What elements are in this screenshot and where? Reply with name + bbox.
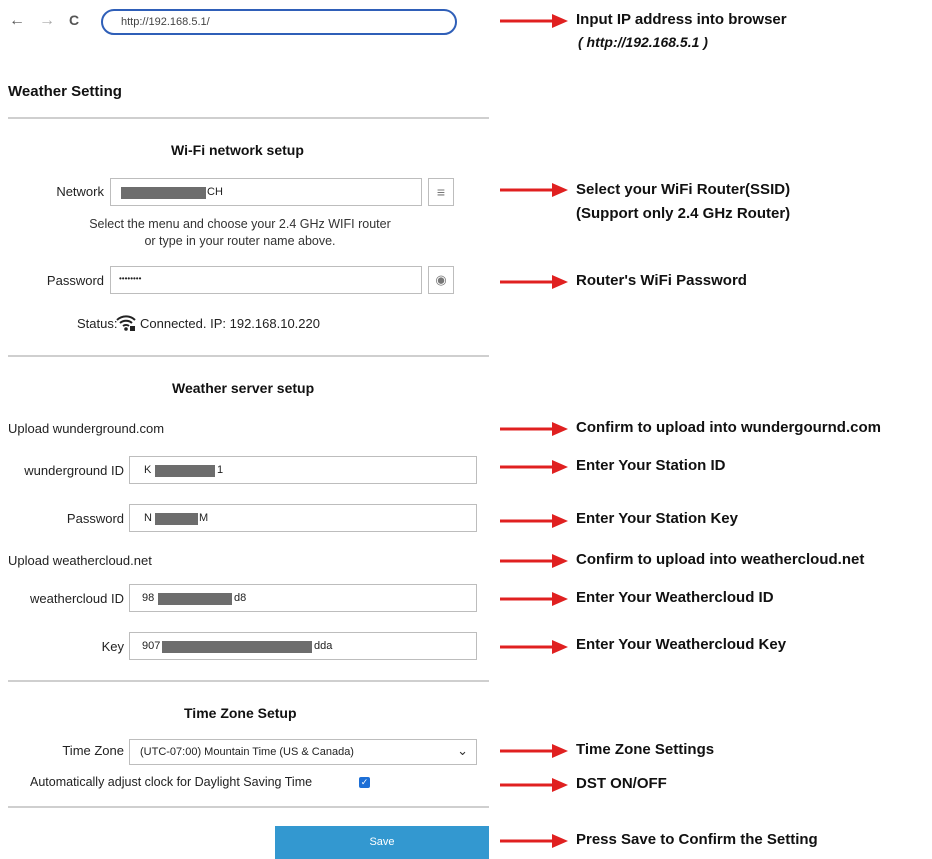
wc-confirm-annotation: Confirm to upload into weathercloud.net [576, 551, 865, 568]
back-icon[interactable]: ← [9, 12, 25, 30]
divider [8, 355, 489, 357]
password-input[interactable]: •••••••• [110, 266, 422, 294]
station-key-annotation: Enter Your Station Key [576, 510, 738, 527]
chevron-down-icon: ⌄ [457, 743, 468, 758]
timezone-label: Time Zone [62, 743, 124, 758]
station-id-annotation: Enter Your Station ID [576, 457, 726, 474]
save-annotation: Press Save to Confirm the Setting [576, 831, 818, 848]
arrow-icon [500, 778, 568, 792]
arrow-icon [500, 183, 568, 197]
timezone-section-title: Time Zone Setup [184, 705, 297, 721]
wc-key-input[interactable]: 907 dda [129, 632, 477, 660]
redacted-block [155, 513, 198, 525]
reload-icon[interactable]: C [69, 12, 79, 28]
timezone-select[interactable]: (UTC-07:00) Mountain Time (US & Canada) … [129, 739, 477, 765]
wc-id-annotation: Enter Your Weathercloud ID [576, 589, 774, 606]
status-text: Connected. IP: 192.168.10.220 [140, 316, 320, 331]
arrow-icon [500, 422, 568, 436]
wu-password-label: Password [66, 511, 124, 526]
wc-key-annotation: Enter Your Weathercloud Key [576, 636, 787, 653]
wu-id-prefix: K [144, 464, 152, 476]
url-annotation-sub: ( http://192.168.5.1 ) [578, 34, 708, 50]
wu-upload-label: Upload wunderground.com [8, 421, 165, 436]
wc-id-input[interactable]: 98 d8 [129, 584, 477, 612]
redacted-block [155, 465, 215, 477]
network-hint-line2: or type in your router name above. [144, 234, 336, 248]
network-hint-line1: Select the menu and choose your 2.4 GHz … [89, 217, 391, 231]
wu-password-suffix: M [199, 512, 209, 524]
redacted-block [158, 593, 232, 605]
arrow-icon [500, 744, 568, 758]
password-value: •••••••• [119, 274, 142, 283]
address-bar[interactable]: http://192.168.5.1/ [101, 9, 457, 35]
wc-id-prefix: 98 [142, 592, 155, 604]
wc-key-label: Key [101, 639, 124, 654]
page-title: Weather Setting [8, 83, 122, 100]
show-password-icon[interactable]: ◉ [428, 266, 454, 294]
wifi-icon [115, 312, 137, 332]
wc-id-label: weathercloud ID [30, 591, 124, 606]
redacted-block [162, 641, 312, 653]
divider [8, 680, 489, 682]
dst-checkbox[interactable]: ✓ [359, 777, 370, 788]
wu-confirm-annotation: Confirm to upload into wundergournd.com [576, 419, 881, 436]
arrow-icon [500, 834, 568, 848]
ssid-annotation-1: Select your WiFi Router(SSID) [576, 181, 791, 198]
arrow-icon [500, 640, 568, 654]
wu-id-label: wunderground ID [24, 463, 124, 478]
network-input[interactable]: CH [110, 178, 422, 206]
wu-id-input[interactable]: K 1 [129, 456, 477, 484]
password-label: Password [46, 273, 104, 288]
network-value: CH [207, 186, 223, 198]
ssid-annotation-2: (Support only 2.4 GHz Router) [576, 205, 791, 222]
divider [8, 806, 489, 808]
menu-icon[interactable]: ≡ [428, 178, 454, 206]
dst-annotation: DST ON/OFF [576, 775, 667, 792]
redacted-block [121, 187, 206, 199]
wc-key-prefix: 907 [142, 640, 161, 652]
wc-upload-label: Upload weathercloud.net [8, 553, 152, 568]
wc-id-suffix: d8 [234, 592, 247, 604]
arrow-icon [500, 275, 568, 289]
timezone-annotation: Time Zone Settings [576, 741, 715, 758]
arrow-icon [500, 514, 568, 528]
arrow-icon [500, 460, 568, 474]
forward-icon[interactable]: → [39, 12, 55, 30]
timezone-selected-value: (UTC-07:00) Mountain Time (US & Canada) [140, 746, 354, 758]
wc-key-suffix: dda [314, 640, 333, 652]
arrow-icon [500, 554, 568, 568]
wu-id-suffix: 1 [217, 464, 224, 476]
wifi-section-title: Wi-Fi network setup [171, 142, 304, 158]
weather-section-title: Weather server setup [172, 380, 315, 396]
status-label: Status: [77, 316, 118, 331]
url-annotation: Input IP address into browser [576, 11, 787, 28]
arrow-icon [500, 14, 568, 28]
arrow-icon [500, 592, 568, 606]
wu-password-input[interactable]: N M [129, 504, 477, 532]
wu-password-prefix: N [144, 512, 152, 524]
dst-label: Automatically adjust clock for Daylight … [30, 775, 313, 789]
network-label: Network [56, 184, 104, 199]
save-button[interactable]: Save [275, 826, 489, 859]
password-annotation: Router's WiFi Password [576, 272, 747, 289]
divider [8, 117, 489, 119]
